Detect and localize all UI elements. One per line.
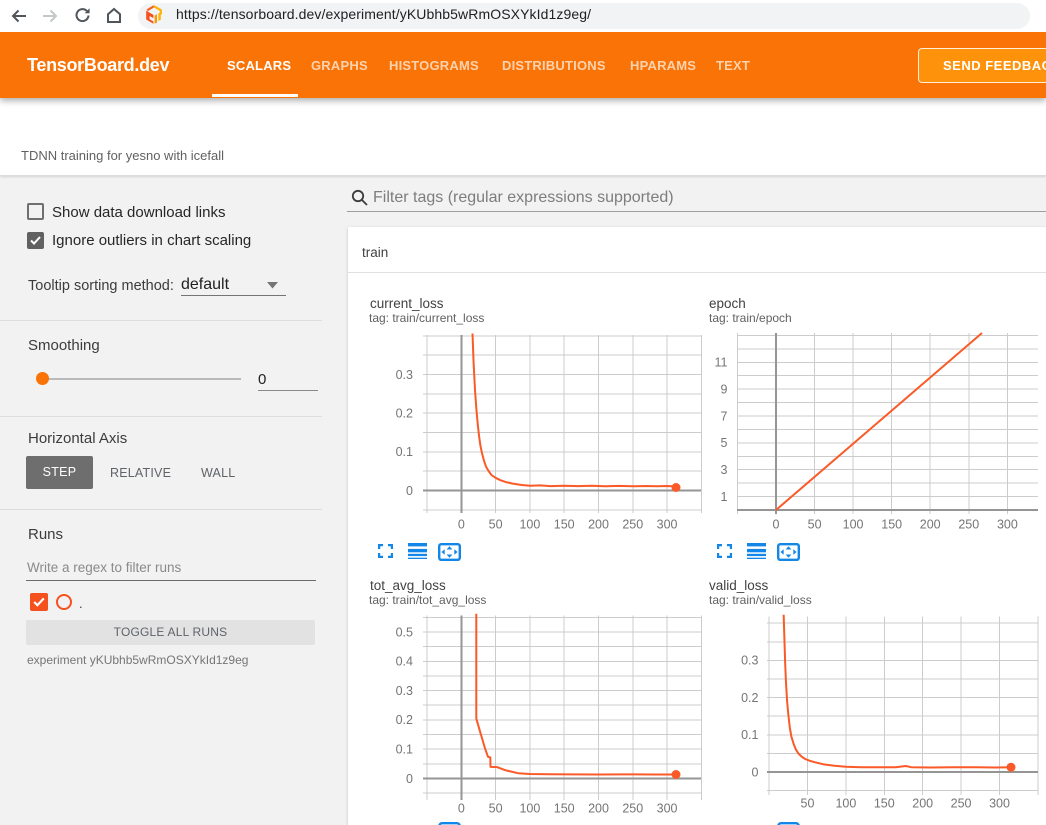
svg-text:0.5: 0.5 <box>396 625 413 639</box>
svg-text:0.3: 0.3 <box>741 654 758 668</box>
svg-text:0.2: 0.2 <box>396 407 413 421</box>
svg-text:0: 0 <box>458 518 465 532</box>
svg-text:0: 0 <box>458 801 465 815</box>
svg-text:200: 200 <box>588 801 609 815</box>
svg-text:3: 3 <box>721 463 728 477</box>
svg-text:200: 200 <box>920 518 941 532</box>
svg-text:50: 50 <box>801 797 815 811</box>
svg-text:0.3: 0.3 <box>396 684 413 698</box>
svg-text:0: 0 <box>773 518 780 532</box>
svg-text:200: 200 <box>912 797 933 811</box>
svg-text:250: 250 <box>622 801 643 815</box>
svg-text:0: 0 <box>406 484 413 498</box>
svg-text:150: 150 <box>874 797 895 811</box>
svg-text:7: 7 <box>721 409 728 423</box>
svg-text:300: 300 <box>657 801 678 815</box>
svg-text:250: 250 <box>951 797 972 811</box>
svg-text:50: 50 <box>489 801 503 815</box>
svg-text:0.4: 0.4 <box>396 655 413 669</box>
svg-text:300: 300 <box>997 518 1018 532</box>
svg-text:300: 300 <box>657 518 678 532</box>
svg-text:50: 50 <box>808 518 822 532</box>
svg-text:0.3: 0.3 <box>396 368 413 382</box>
svg-text:150: 150 <box>554 801 575 815</box>
svg-text:100: 100 <box>843 518 864 532</box>
svg-text:100: 100 <box>519 801 540 815</box>
svg-text:0.1: 0.1 <box>741 728 758 742</box>
svg-text:100: 100 <box>835 797 856 811</box>
svg-text:250: 250 <box>958 518 979 532</box>
svg-text:0.2: 0.2 <box>741 691 758 705</box>
svg-text:1: 1 <box>721 490 728 504</box>
svg-text:200: 200 <box>588 518 609 532</box>
svg-text:0.2: 0.2 <box>396 713 413 727</box>
svg-text:0.1: 0.1 <box>396 445 413 459</box>
svg-text:9: 9 <box>721 382 728 396</box>
svg-text:150: 150 <box>554 518 575 532</box>
svg-text:50: 50 <box>489 518 503 532</box>
svg-text:250: 250 <box>622 518 643 532</box>
svg-text:11: 11 <box>715 356 728 370</box>
svg-text:300: 300 <box>989 797 1010 811</box>
svg-text:0: 0 <box>406 772 413 786</box>
svg-text:0: 0 <box>752 765 759 779</box>
svg-text:150: 150 <box>881 518 902 532</box>
svg-text:0.1: 0.1 <box>396 743 413 757</box>
svg-text:100: 100 <box>519 518 540 532</box>
svg-text:5: 5 <box>721 436 728 450</box>
